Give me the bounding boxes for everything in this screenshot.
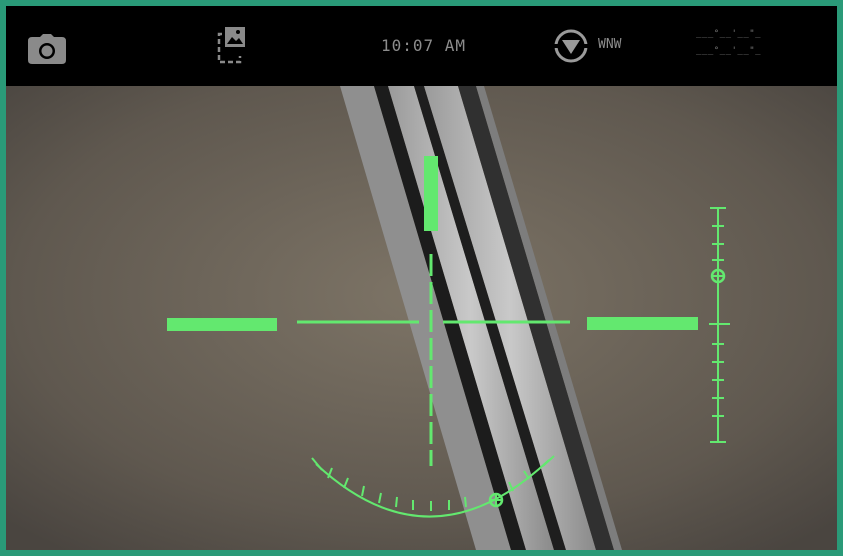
reticle-left-bar xyxy=(167,318,277,331)
reticle-top-bar xyxy=(424,156,438,231)
reticle-right-bar xyxy=(587,317,698,330)
roll-arc xyxy=(311,455,555,518)
pitch-scale xyxy=(709,207,730,443)
reticle-overlay xyxy=(167,156,730,518)
camera-view: 10:07 AM WNW ___°__'__"_ ___°__'__"_ xyxy=(6,6,837,550)
